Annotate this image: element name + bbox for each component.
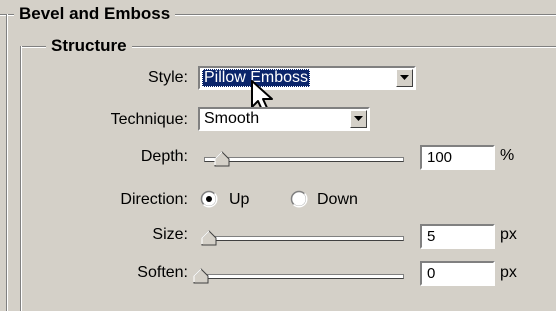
size-slider-track[interactable] xyxy=(204,236,404,241)
chevron-down-icon xyxy=(354,116,363,121)
depth-unit: % xyxy=(500,147,515,164)
bevel-group-left-border xyxy=(6,14,7,311)
bevel-emboss-title: Bevel and Emboss xyxy=(14,4,176,24)
soften-unit: px xyxy=(500,264,517,281)
style-select[interactable]: Pillow Emboss xyxy=(198,66,416,90)
depth-input[interactable]: 100 xyxy=(420,145,495,170)
technique-label: Technique: xyxy=(110,111,188,128)
soften-slider-thumb[interactable] xyxy=(193,268,209,284)
direction-down-radio[interactable] xyxy=(290,190,308,208)
direction-up-label[interactable]: Up xyxy=(229,190,249,210)
technique-selected-value: Smooth xyxy=(204,110,260,127)
soften-input[interactable]: 0 xyxy=(420,261,495,286)
depth-slider-track[interactable] xyxy=(204,157,404,162)
depth-label: Depth: xyxy=(140,148,188,165)
direction-up-radio[interactable] xyxy=(200,190,218,208)
soften-label: Soften: xyxy=(137,264,188,281)
technique-dropdown-button[interactable] xyxy=(350,110,367,128)
chevron-down-icon xyxy=(400,75,409,80)
technique-select[interactable]: Smooth xyxy=(198,107,370,131)
style-dropdown-button[interactable] xyxy=(396,69,413,87)
size-slider-thumb[interactable] xyxy=(201,230,217,246)
structure-group-left-border xyxy=(20,46,21,311)
structure-title: Structure xyxy=(46,36,132,56)
size-unit: px xyxy=(500,226,517,243)
size-label: Size: xyxy=(152,226,188,243)
depth-slider-thumb[interactable] xyxy=(214,151,230,167)
style-label: Style: xyxy=(147,69,188,86)
direction-down-label[interactable]: Down xyxy=(317,190,358,210)
soften-slider-track[interactable] xyxy=(198,274,404,279)
direction-label: Direction: xyxy=(120,191,188,208)
size-input[interactable]: 5 xyxy=(420,224,495,249)
